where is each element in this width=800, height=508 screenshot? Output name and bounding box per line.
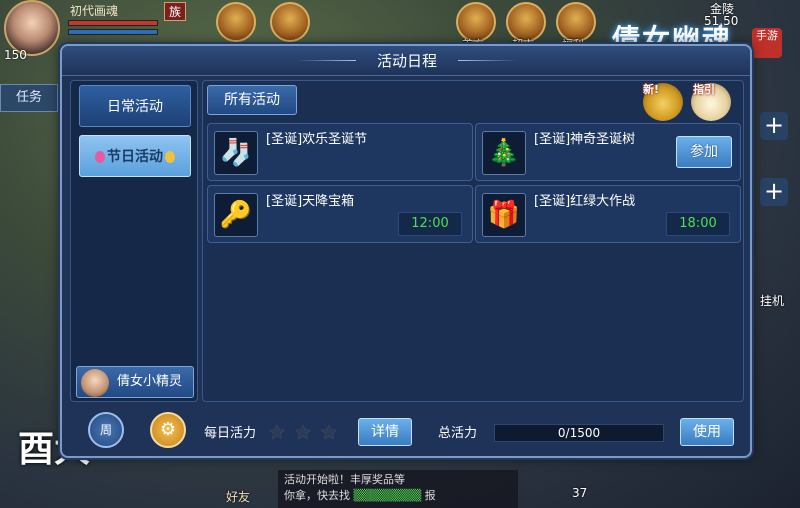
activity-card[interactable]: 🎄 [圣诞]神奇圣诞树 参加 bbox=[475, 123, 741, 181]
character-icon[interactable] bbox=[216, 2, 256, 42]
new-badge-label: 新! bbox=[643, 83, 660, 96]
task-button[interactable]: 任务 bbox=[0, 84, 58, 112]
join-button[interactable]: 参加 bbox=[676, 136, 732, 168]
activity-name: [圣诞]欢乐圣诞节 bbox=[266, 132, 368, 147]
tab-festival-label: 节日活动 bbox=[107, 149, 163, 165]
daily-vitality-label: 每日活力 bbox=[204, 426, 257, 441]
tab-festival-activities[interactable]: 节日活动 bbox=[79, 135, 191, 177]
dialog-title: 活动日程 bbox=[376, 52, 437, 70]
plus-icon[interactable]: + bbox=[760, 178, 788, 206]
dialog-footer: 周 ⚙ 每日活力 ★ ★ ★ 详情 总活力 0/1500 使用 bbox=[62, 406, 750, 456]
activity-name: [圣诞]神奇圣诞树 bbox=[534, 132, 636, 147]
gear-icon[interactable]: ⚙ bbox=[150, 412, 186, 448]
christmas-stocking-icon: 🧦 bbox=[214, 131, 258, 175]
balloon-icon bbox=[165, 151, 175, 163]
category-panel: 日常活动 节日活动 bbox=[70, 80, 198, 402]
details-button[interactable]: 详情 bbox=[358, 418, 412, 446]
tab-daily-activities[interactable]: 日常活动 bbox=[79, 85, 191, 127]
christmas-tree-icon: 🎄 bbox=[482, 131, 526, 175]
mp-bar bbox=[68, 29, 158, 35]
player-name: 初代画魂 bbox=[70, 4, 119, 18]
total-vitality-label: 总活力 bbox=[438, 426, 478, 441]
afk-label[interactable]: 挂机 bbox=[760, 292, 784, 309]
game-logo-badge: 手游 bbox=[752, 28, 782, 58]
guide-book-icon[interactable]: 指引 bbox=[691, 83, 731, 121]
hp-bar bbox=[68, 20, 158, 26]
new-horn-icon[interactable]: 新! bbox=[643, 83, 683, 121]
title-ornament-left bbox=[296, 60, 356, 61]
balloon-icon bbox=[95, 151, 105, 163]
star-icon: ★ bbox=[268, 420, 286, 444]
star-icon: ★ bbox=[294, 420, 312, 444]
activity-card[interactable]: 🎁 [圣诞]红绿大作战 18:00 bbox=[475, 185, 741, 243]
assistant-sprite-button[interactable]: 倩女小精灵 bbox=[76, 366, 194, 398]
activity-card[interactable]: 🧦 [圣诞]欢乐圣诞节 bbox=[207, 123, 473, 181]
dialog-title-bar: 活动日程 bbox=[62, 46, 750, 76]
faction-badge: 族 bbox=[164, 2, 187, 21]
weekly-calendar-button[interactable]: 周 bbox=[88, 412, 124, 448]
plus-icon[interactable]: + bbox=[760, 112, 788, 140]
chat-line-1: 活动开始啦！丰厚奖品等 bbox=[284, 473, 405, 486]
activity-schedule-dialog: 活动日程 日常活动 节日活动 所有活动 新! 指引 🧦 [圣诞]欢乐圣诞节 🎄 … bbox=[60, 44, 752, 458]
chat-strip[interactable]: 活动开始啦！丰厚奖品等 你拿，快去找 ▒▒▒▒▒▒▒▒ 报 bbox=[278, 470, 518, 508]
sprite-label: 倩女小精灵 bbox=[117, 374, 183, 389]
activity-name: [圣诞]天降宝箱 bbox=[266, 194, 355, 209]
filter-all-activities-button[interactable]: 所有活动 bbox=[207, 85, 297, 115]
player-level: 150 bbox=[4, 48, 27, 62]
friend-label[interactable]: 好友 bbox=[226, 488, 250, 505]
coords-label: 51,50 bbox=[704, 14, 739, 28]
guide-badge-label: 指引 bbox=[693, 83, 715, 96]
game-hud: 初代画魂 族 首充 超市 福利 倩女幽魂 手游 金陵 51,50 bbox=[0, 0, 800, 58]
activity-name: [圣诞]红绿大作战 bbox=[534, 194, 636, 209]
skill-icon[interactable] bbox=[270, 2, 310, 42]
sprite-avatar-icon bbox=[81, 369, 109, 397]
title-ornament-right bbox=[458, 60, 518, 61]
golden-key-icon: 🔑 bbox=[214, 193, 258, 237]
star-icon: ★ bbox=[320, 420, 338, 444]
vitality-progress-bar: 0/1500 bbox=[494, 424, 664, 442]
activity-list-panel: 所有活动 新! 指引 🧦 [圣诞]欢乐圣诞节 🎄 [圣诞]神奇圣诞树 参加 🔑 … bbox=[202, 80, 744, 402]
chat-line-2: 你拿，快去找 ▒▒▒▒▒▒▒▒ 报 bbox=[284, 489, 436, 502]
bottom-counter: 37 bbox=[572, 486, 588, 500]
gift-box-icon: 🎁 bbox=[482, 193, 526, 237]
activity-time: 18:00 bbox=[666, 212, 730, 236]
use-button[interactable]: 使用 bbox=[680, 418, 734, 446]
activity-card[interactable]: 🔑 [圣诞]天降宝箱 12:00 bbox=[207, 185, 473, 243]
activity-time: 12:00 bbox=[398, 212, 462, 236]
